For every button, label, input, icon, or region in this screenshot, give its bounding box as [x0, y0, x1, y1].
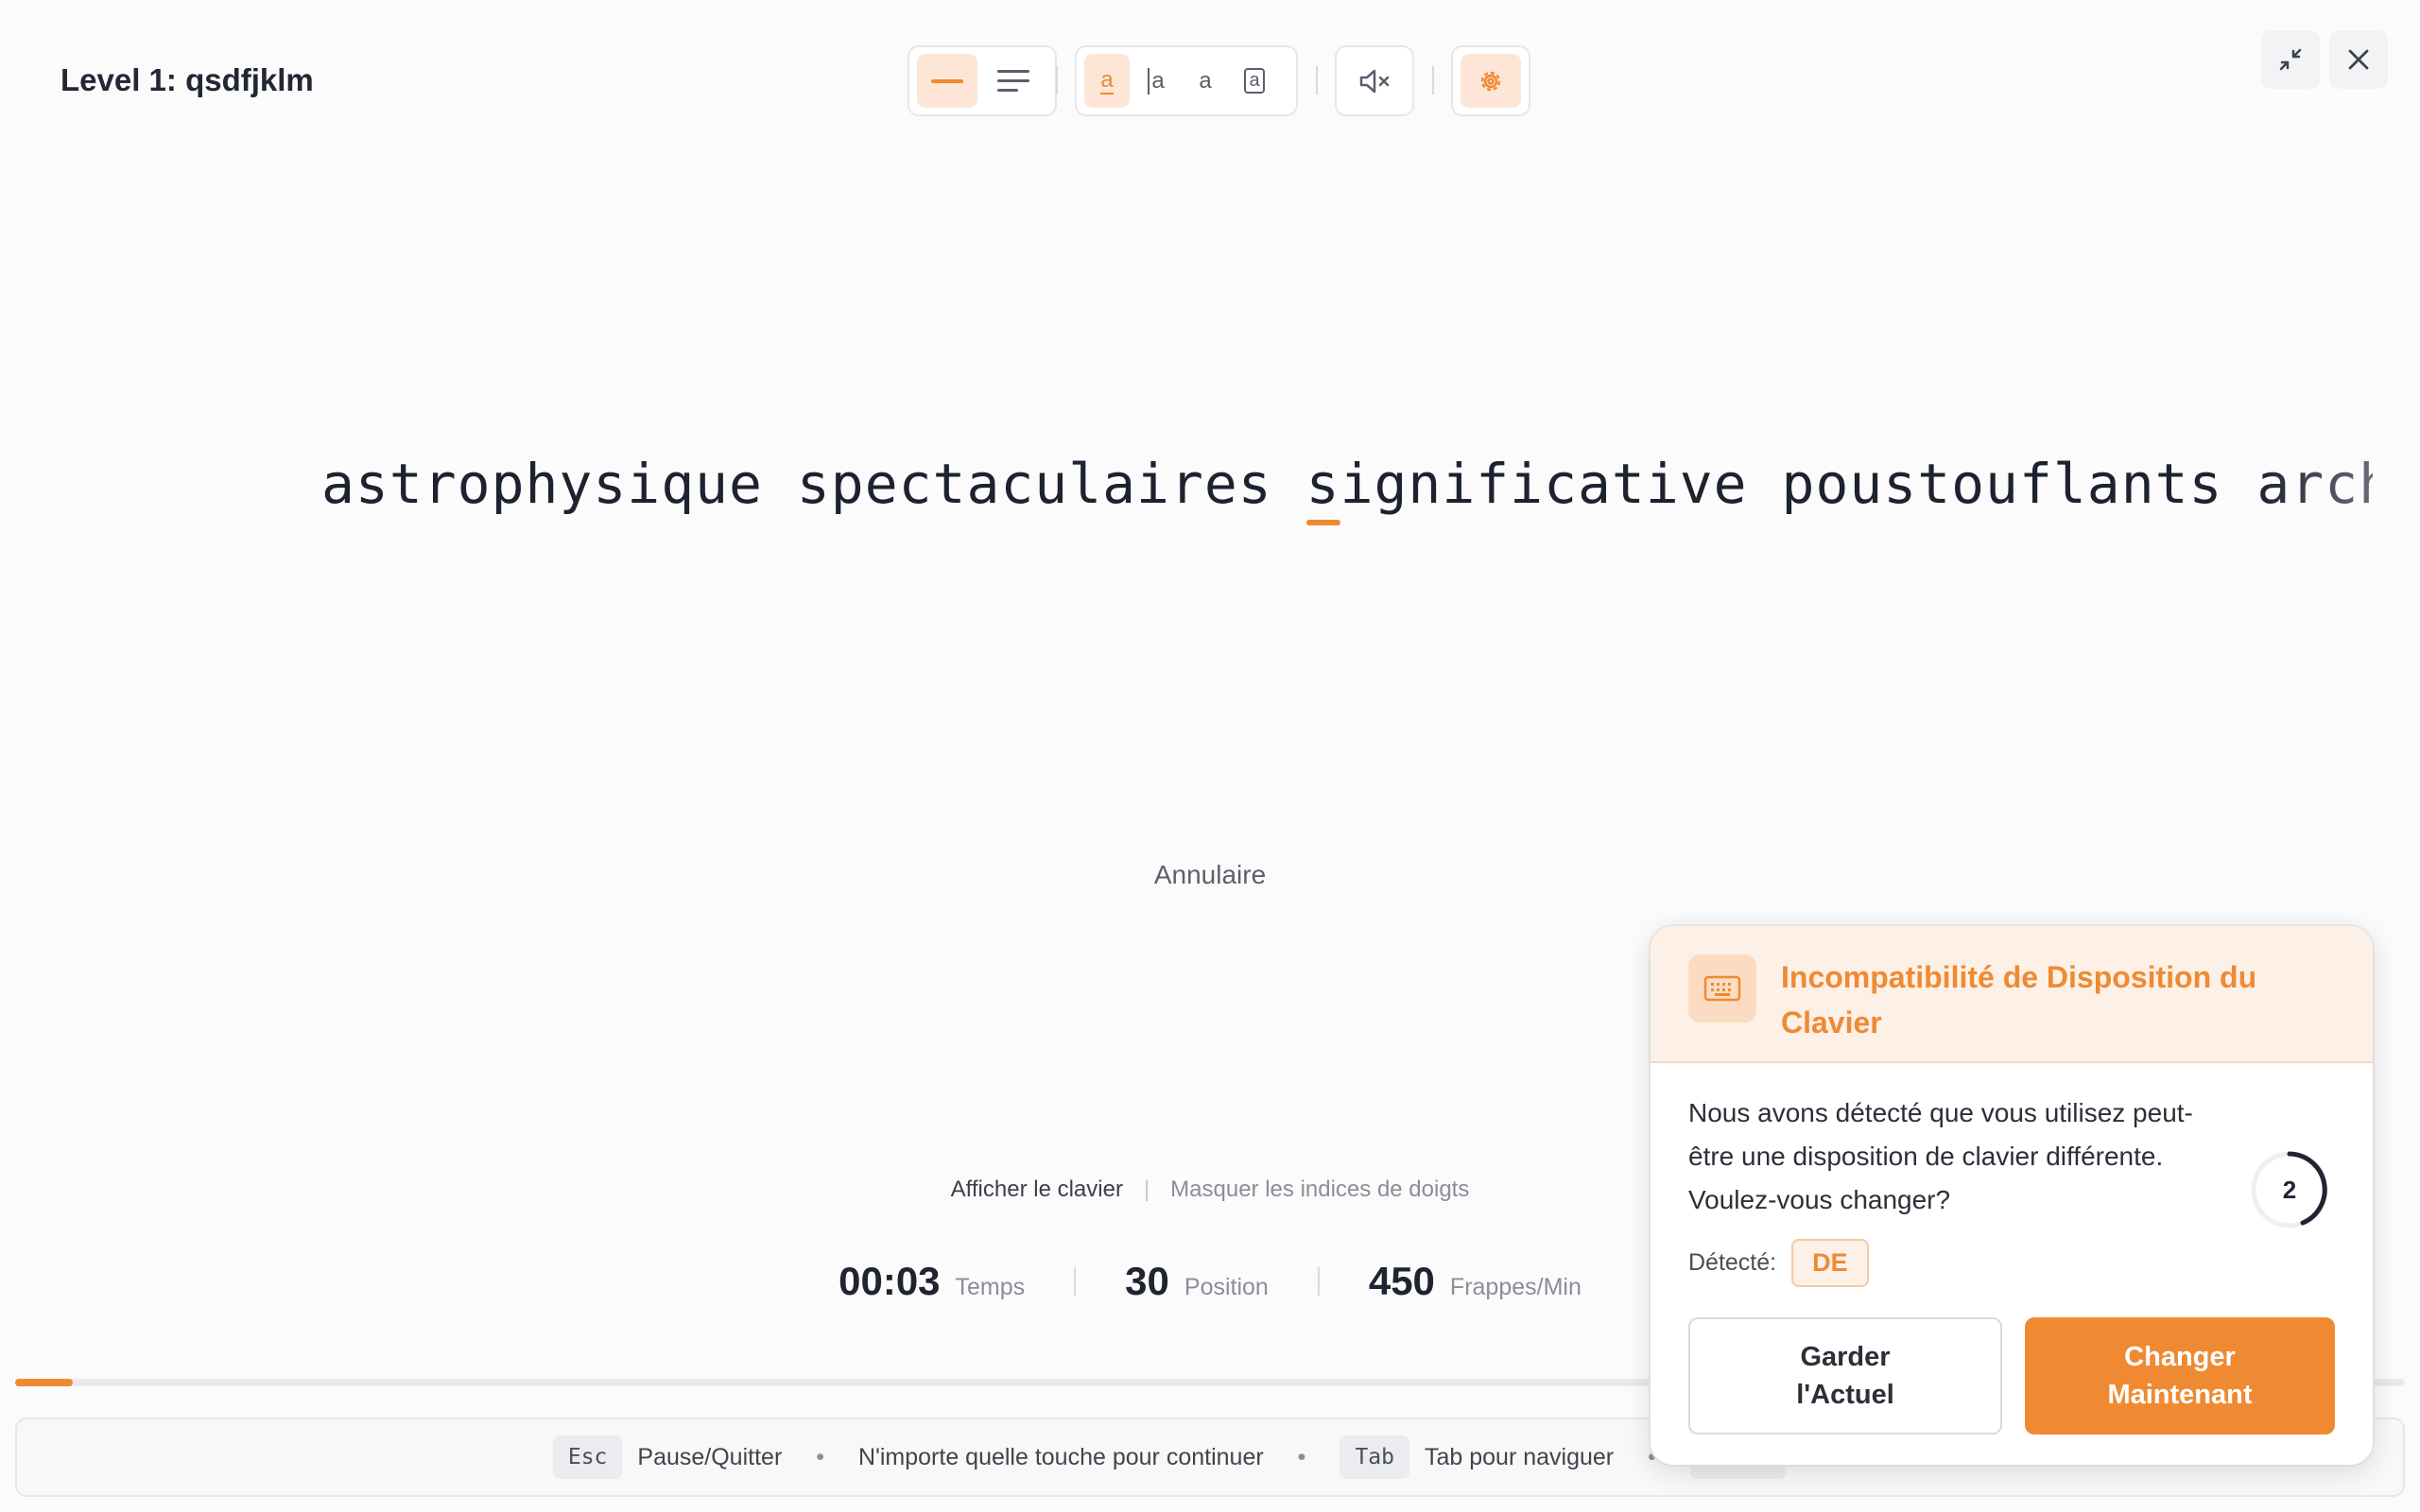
- sound-toggle-button[interactable]: [1344, 54, 1405, 108]
- time-label: Temps: [955, 1274, 1026, 1300]
- no-cursor-button[interactable]: a: [1183, 54, 1228, 108]
- keyboard-icon: [1703, 975, 1741, 1002]
- mute-icon: [1359, 69, 1390, 93]
- progress-fill: [15, 1379, 73, 1386]
- detected-layout-badge: DE: [1791, 1239, 1869, 1287]
- change-now-label: Changer Maintenant: [2107, 1342, 2253, 1410]
- level-title: Level 1: qsdfjklm: [60, 62, 314, 97]
- close-button[interactable]: [2329, 30, 2388, 89]
- bar-cursor-button[interactable]: a: [1133, 54, 1179, 108]
- paragraph-mode-button[interactable]: [983, 54, 1044, 108]
- toolbar-divider: [1432, 66, 1434, 94]
- toolbar-divider: [1056, 66, 1058, 94]
- text-mode-group: [908, 45, 1057, 116]
- tab-key: Tab: [1340, 1435, 1409, 1479]
- detected-layout: Détecté: DE: [1688, 1239, 2335, 1287]
- stat-divider: [1317, 1267, 1320, 1296]
- auto-close-countdown: 2: [2248, 1148, 2331, 1231]
- paragraph-icon: [997, 69, 1029, 92]
- speed-label: Frappes/Min: [1449, 1274, 1582, 1300]
- position-label: Position: [1184, 1274, 1269, 1300]
- esc-shortcut-label: Pause/Quitter: [637, 1443, 783, 1470]
- keep-current-button[interactable]: Garder l'Actuel: [1688, 1317, 2002, 1435]
- block-cursor-button[interactable]: a: [1232, 54, 1277, 108]
- tab-shortcut-label: Tab pour naviguer: [1424, 1443, 1615, 1470]
- speed-value: 450: [1368, 1259, 1435, 1303]
- countdown-value: 2: [2282, 1176, 2297, 1204]
- dialog-body: Nous avons détecté que vous utilisez peu…: [1651, 1063, 2373, 1287]
- show-keyboard-link[interactable]: Afficher le clavier: [951, 1177, 1123, 1202]
- finger-hint: Annulaire: [1153, 860, 1267, 889]
- dialog-title: Incompatibilité de Disposition du Clavie…: [1781, 960, 2257, 1040]
- time-value: 00:03: [838, 1259, 941, 1303]
- settings-button[interactable]: [1461, 54, 1521, 108]
- minimize-button[interactable]: [2261, 30, 2320, 89]
- sound-group: [1335, 45, 1414, 116]
- dialog-actions: Garder l'Actuel Changer Maintenant: [1688, 1317, 2335, 1435]
- any-key-label: N'importe quelle touche pour continuer: [858, 1443, 1264, 1470]
- typing-text: astrophysique spectaculaires significati…: [321, 452, 2373, 527]
- layout-mismatch-dialog: Incompatibilité de Disposition du Clavie…: [1651, 926, 2373, 1465]
- collapse-icon: [2279, 48, 2302, 71]
- cursor-style-group: a a a a: [1075, 45, 1298, 116]
- typed-text: astrophysique spectaculaires: [321, 452, 1306, 516]
- current-character: s: [1305, 452, 1340, 516]
- settings-group: [1451, 45, 1530, 116]
- toolbar-divider: [1316, 66, 1318, 94]
- single-line-mode-button[interactable]: [917, 54, 977, 108]
- upcoming-text: ignificative poustouflants: [1340, 452, 2257, 516]
- block-cursor-icon: a: [1244, 68, 1265, 94]
- keep-current-label: Garder l'Actuel: [1796, 1342, 1894, 1410]
- underline-cursor-icon: a: [1100, 66, 1114, 94]
- change-now-button[interactable]: Changer Maintenant: [2025, 1317, 2335, 1435]
- hide-finger-hints-link[interactable]: Masquer les indices de doigts: [1170, 1177, 1469, 1202]
- link-divider: |: [1143, 1177, 1150, 1202]
- no-cursor-icon: a: [1199, 67, 1212, 94]
- stat-divider: [1074, 1267, 1077, 1296]
- gear-icon: [1480, 71, 1501, 91]
- single-line-icon: [931, 78, 963, 83]
- dialog-message: Nous avons détecté que vous utilisez peu…: [1688, 1098, 2193, 1214]
- faded-text: architectu: [2256, 452, 2373, 516]
- position-value: 30: [1125, 1259, 1169, 1303]
- bar-cursor-icon: a: [1148, 67, 1165, 94]
- keyboard-icon-box: [1688, 954, 1756, 1022]
- detected-label: Détecté:: [1688, 1249, 1777, 1276]
- underline-cursor-button[interactable]: a: [1084, 54, 1130, 108]
- dialog-header: Incompatibilité de Disposition du Clavie…: [1651, 926, 2373, 1063]
- close-icon: [2348, 49, 2369, 70]
- footer-dot: •: [816, 1443, 825, 1470]
- footer-dot: •: [1297, 1443, 1306, 1470]
- esc-key: Esc: [552, 1435, 623, 1479]
